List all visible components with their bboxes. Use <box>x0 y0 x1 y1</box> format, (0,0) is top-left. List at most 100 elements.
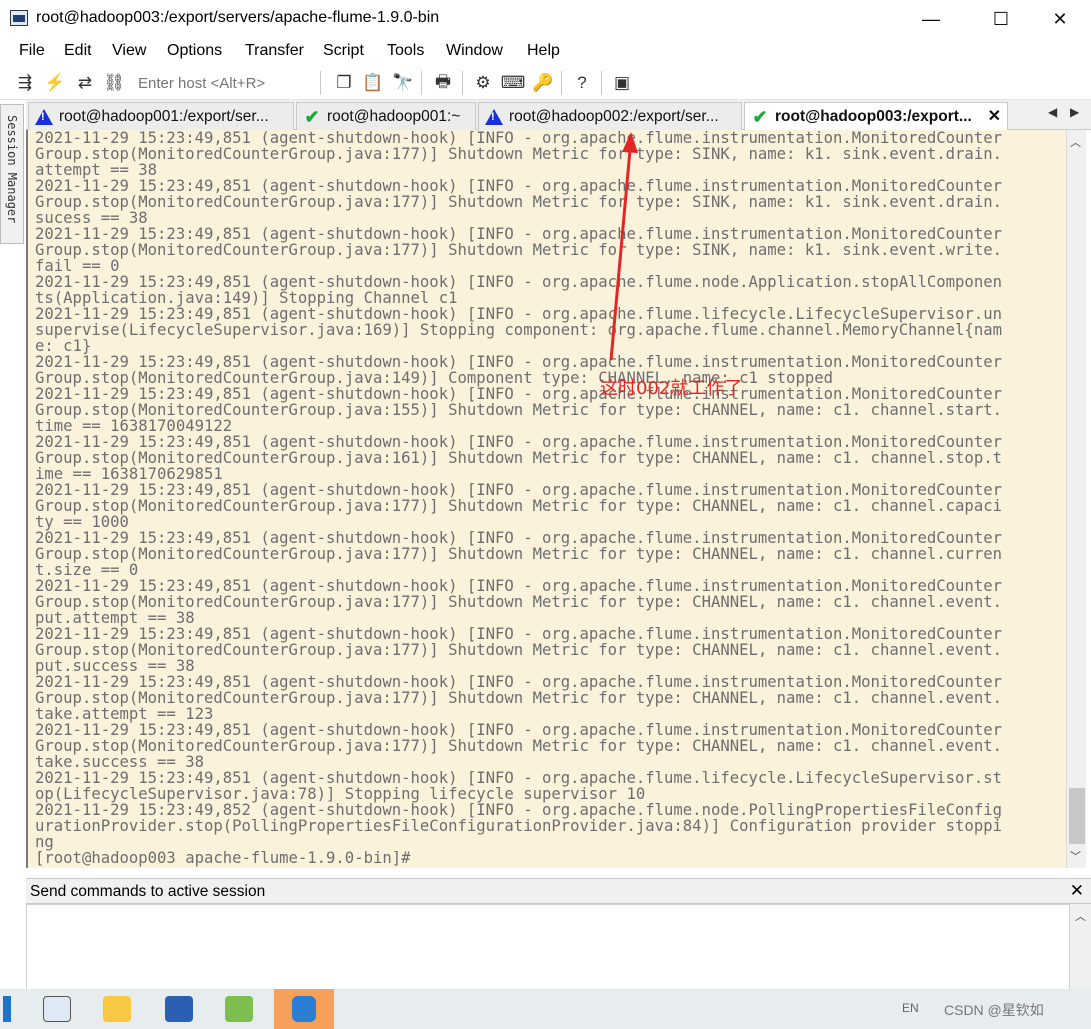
tab-label: root@hadoop002:/export/ser... <box>509 107 719 125</box>
quick-connect-icon[interactable]: ⚡ <box>44 72 66 94</box>
keymap-icon[interactable]: ⌨ <box>501 72 526 94</box>
terminal-line: take.attempt == 123 <box>35 705 214 723</box>
terminal-line: 2021-11-29 15:23:49,851 (agent-shutdown-… <box>35 673 1002 691</box>
reconnect-icon[interactable]: ⇄ <box>74 72 96 94</box>
warning-icon <box>35 108 53 126</box>
title-bar: root@hadoop003:/export/servers/apache-fl… <box>0 0 1091 38</box>
terminal-line: Group.stop(MonitoredCounterGroup.java:17… <box>35 193 1002 211</box>
tab-hadoop001-export[interactable]: root@hadoop001:/export/ser... <box>28 102 294 130</box>
settings-icon[interactable]: ⚙ <box>472 72 494 94</box>
tab-close-icon[interactable]: ✕ <box>988 106 1001 126</box>
tab-label: root@hadoop001:~ <box>327 107 461 125</box>
terminal-line: 2021-11-29 15:23:49,851 (agent-shutdown-… <box>35 353 1002 371</box>
menu-window[interactable]: Window <box>446 42 503 60</box>
terminal-line: 2021-11-29 15:23:49,851 (agent-shutdown-… <box>35 529 1002 547</box>
terminal-line: [root@hadoop003 apache-flume-1.9.0-bin]# <box>35 849 411 867</box>
terminal-line: 2021-11-29 15:23:49,851 (agent-shutdown-… <box>35 305 1002 323</box>
toolbar-divider <box>561 71 562 95</box>
terminal-line: ty == 1000 <box>35 513 129 531</box>
terminal-line: 2021-11-29 15:23:49,851 (agent-shutdown-… <box>35 721 1002 739</box>
word-icon[interactable] <box>154 989 204 1029</box>
terminal-line: ng <box>35 833 54 851</box>
disconnect-icon[interactable]: ⛓ <box>103 72 125 94</box>
taskbar: EN CSDN @星钦如 <box>0 989 1091 1029</box>
tab-hadoop003-export[interactable]: ✔ root@hadoop003:/export... ✕ <box>744 102 1008 130</box>
scrollbar-thumb[interactable] <box>1069 788 1085 844</box>
check-icon: ✔ <box>752 106 768 127</box>
help-icon[interactable]: ? <box>571 72 593 94</box>
menu-transfer[interactable]: Transfer <box>245 42 304 60</box>
terminal-line: e: c1} <box>35 337 92 355</box>
terminal-line: Group.stop(MonitoredCounterGroup.java:15… <box>35 401 1002 419</box>
warning-icon <box>485 108 503 126</box>
terminal-line: supervise(LifecycleSupervisor.java:169)]… <box>35 321 1002 339</box>
maximize-button[interactable]: ☐ <box>978 4 1024 34</box>
terminal-line: ime == 1638170629851 <box>35 465 223 483</box>
key-icon[interactable]: 🔑 <box>532 72 554 94</box>
minimize-button[interactable]: — <box>908 4 954 34</box>
print-icon[interactable]: 🖶 <box>432 72 454 94</box>
menu-edit[interactable]: Edit <box>64 42 92 60</box>
toolbar: ⇶ ⚡ ⇄ ⛓ ❐ 📋 🔭 🖶 ⚙ ⌨ 🔑 ? ▣ <box>0 66 1091 100</box>
menu-script[interactable]: Script <box>323 42 364 60</box>
notepad-icon[interactable] <box>214 989 264 1029</box>
close-button[interactable]: ✕ <box>1037 4 1083 34</box>
terminal-line: Group.stop(MonitoredCounterGroup.java:17… <box>35 593 1002 611</box>
terminal-line: take.success == 38 <box>35 753 204 771</box>
terminal-line: Group.stop(MonitoredCounterGroup.java:17… <box>35 145 1002 163</box>
session-manager-label: Session Manager <box>5 115 19 224</box>
terminal-line: 2021-11-29 15:23:49,851 (agent-shutdown-… <box>35 433 1002 451</box>
terminal-line: Group.stop(MonitoredCounterGroup.java:17… <box>35 689 1002 707</box>
copy-icon[interactable]: ❐ <box>333 72 355 94</box>
phone-link-icon[interactable] <box>274 989 334 1029</box>
command-window-close-icon[interactable]: ✕ <box>1070 881 1084 901</box>
scroll-up-icon[interactable]: ︿ <box>1075 908 1086 924</box>
left-panel-strip <box>0 244 26 989</box>
menu-options[interactable]: Options <box>167 42 222 60</box>
terminal-line: 2021-11-29 15:23:49,851 (agent-shutdown-… <box>35 769 1002 787</box>
terminal-line: 2021-11-29 15:23:49,851 (agent-shutdown-… <box>35 481 1002 499</box>
terminal-line: Group.stop(MonitoredCounterGroup.java:17… <box>35 545 1002 563</box>
toolbar-divider <box>601 71 602 95</box>
file-explorer-icon[interactable] <box>92 989 142 1029</box>
command-input-area[interactable] <box>26 904 1070 990</box>
tab-scroll-right-icon[interactable]: ▶ <box>1070 105 1079 119</box>
session-tab-bar: root@hadoop001:/export/ser... ✔ root@had… <box>26 100 1091 130</box>
scroll-up-icon[interactable]: ︿ <box>1070 134 1081 150</box>
paste-icon[interactable]: 📋 <box>362 72 384 94</box>
menu-help[interactable]: Help <box>527 42 560 60</box>
check-icon: ✔ <box>304 106 320 127</box>
terminal-line: Group.stop(MonitoredCounterGroup.java:17… <box>35 497 1002 515</box>
find-icon[interactable]: 🔭 <box>392 72 414 94</box>
terminal-line: 2021-11-29 15:23:49,851 (agent-shutdown-… <box>35 577 1002 595</box>
terminal-scrollbar[interactable]: ︿ ﹀ <box>1066 130 1086 868</box>
language-indicator[interactable]: EN <box>902 1001 919 1015</box>
annotation-text: 这时002就工作了 <box>600 378 743 399</box>
terminal-line: Group.stop(MonitoredCounterGroup.java:14… <box>35 369 833 387</box>
terminal-line: attempt == 38 <box>35 161 158 179</box>
sftp-icon[interactable]: ▣ <box>611 72 633 94</box>
terminal-lines: 2021-11-29 15:23:49,851 (agent-shutdown-… <box>35 130 1002 866</box>
terminal-line: put.success == 38 <box>35 657 195 675</box>
start-icon[interactable] <box>0 989 14 1029</box>
connect-icon[interactable]: ⇶ <box>14 72 36 94</box>
host-input[interactable] <box>130 71 316 95</box>
terminal-line: sucess == 38 <box>35 209 148 227</box>
menu-view[interactable]: View <box>112 42 146 60</box>
terminal-line: Group.stop(MonitoredCounterGroup.java:17… <box>35 641 1002 659</box>
tab-hadoop001-home[interactable]: ✔ root@hadoop001:~ <box>296 102 476 130</box>
tab-hadoop002-export[interactable]: root@hadoop002:/export/ser... <box>478 102 742 130</box>
securecrt-icon[interactable] <box>32 989 82 1029</box>
tab-scroll-left-icon[interactable]: ◀ <box>1048 105 1057 119</box>
command-scrollbar[interactable]: ︿ <box>1070 904 1091 990</box>
watermark-text: CSDN @星钦如 <box>944 1002 1044 1018</box>
terminal-line: 2021-11-29 15:23:49,852 (agent-shutdown-… <box>35 801 1002 819</box>
terminal-line: 2021-11-29 15:23:49,851 (agent-shutdown-… <box>35 130 1002 147</box>
scroll-down-icon[interactable]: ﹀ <box>1070 848 1081 864</box>
session-manager-tab[interactable]: Session Manager <box>0 104 24 244</box>
menu-file[interactable]: File <box>19 42 45 60</box>
terminal-line: time == 1638170049122 <box>35 417 233 435</box>
terminal-output[interactable]: 2021-11-29 15:23:49,851 (agent-shutdown-… <box>26 130 1066 868</box>
menu-tools[interactable]: Tools <box>387 42 424 60</box>
tab-label: root@hadoop001:/export/ser... <box>59 107 269 125</box>
